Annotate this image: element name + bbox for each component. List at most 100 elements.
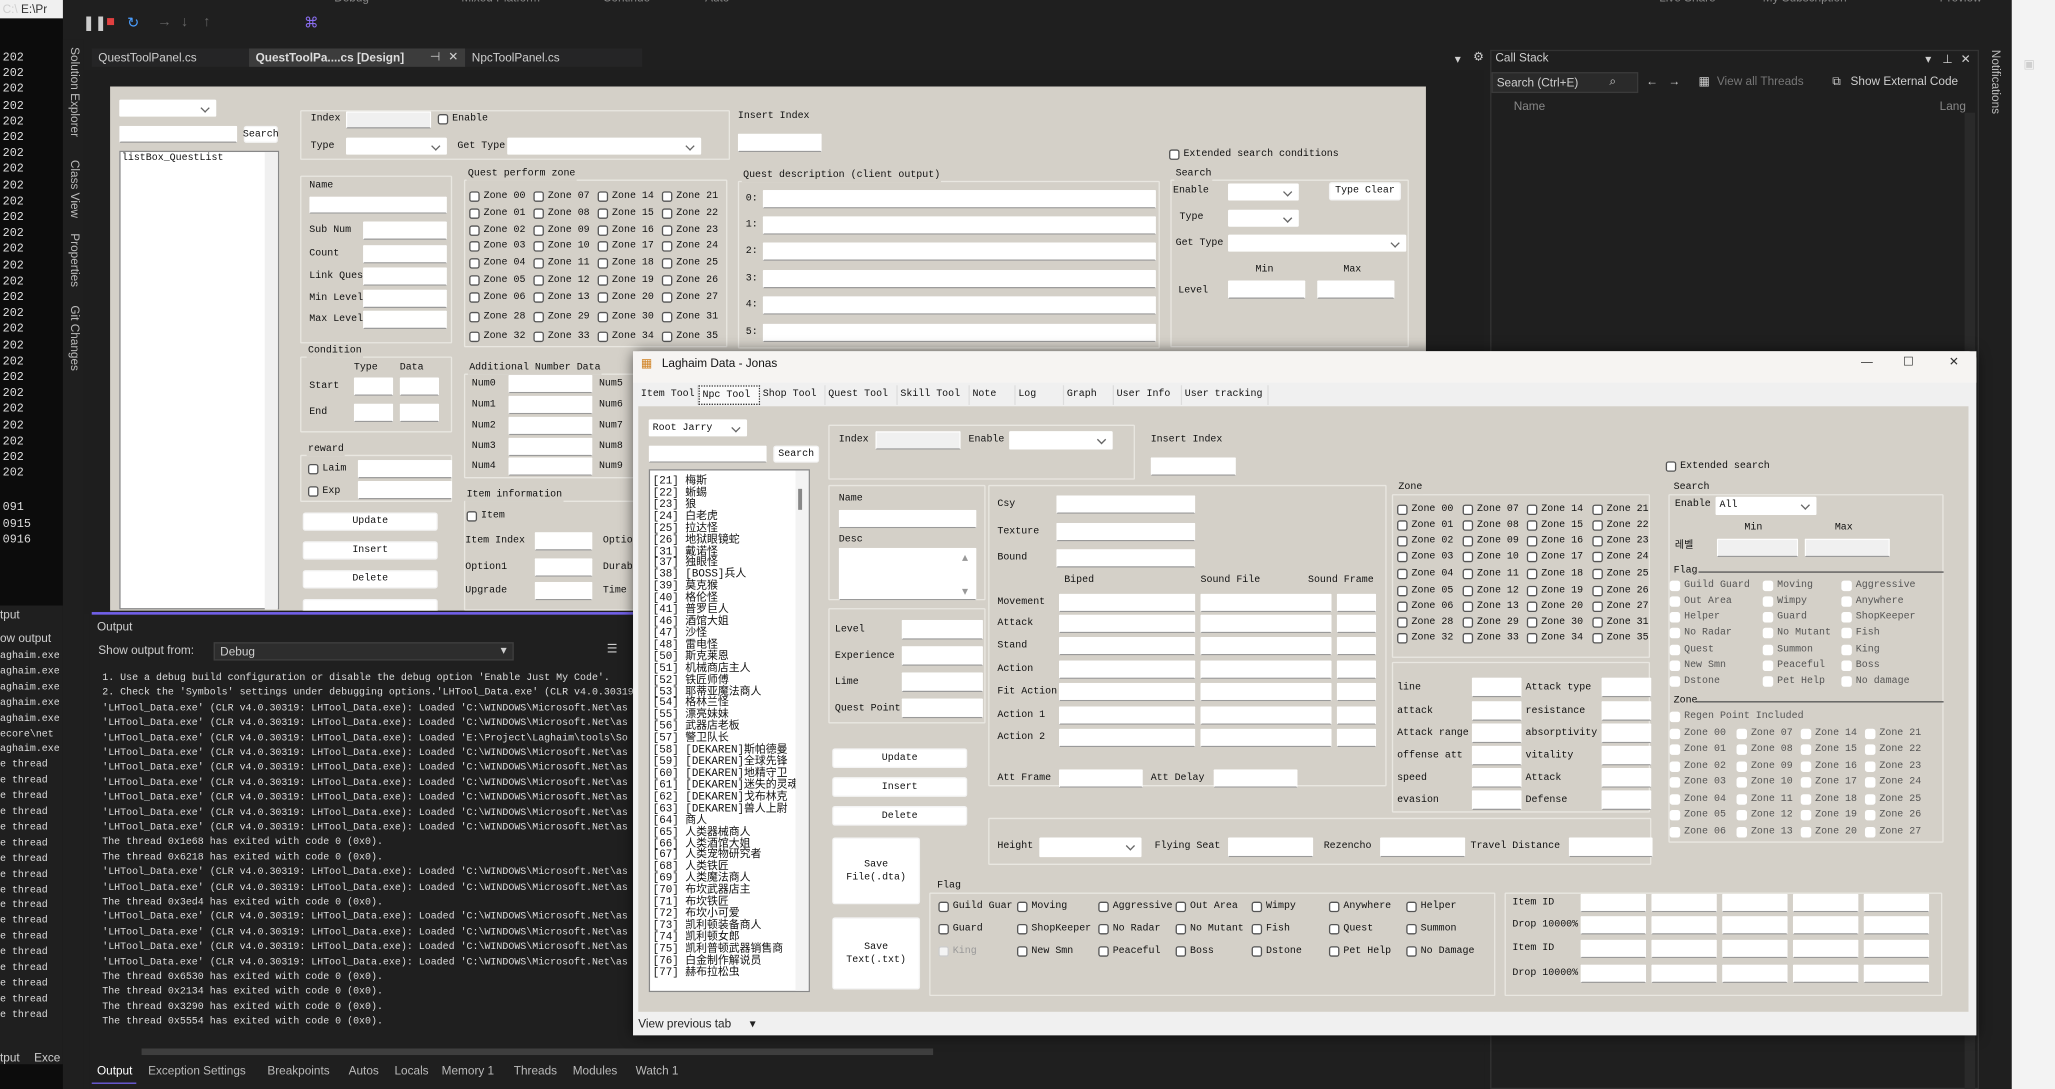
- search-level-max-input[interactable]: [1804, 538, 1890, 558]
- combat-input[interactable]: [1601, 723, 1652, 744]
- bottom-tab[interactable]: Memory 1: [442, 1064, 494, 1077]
- search-zone-checkbox[interactable]: [1864, 728, 1876, 740]
- npc-zone-checkbox[interactable]: [1462, 536, 1474, 547]
- drop-rate-input[interactable]: [1722, 916, 1788, 935]
- npc-extended-search-checkbox[interactable]: [1665, 461, 1677, 472]
- npc-list-item[interactable]: [58] [DEKAREN]斯帕德曼: [653, 745, 788, 757]
- npc-zone-checkbox[interactable]: [1462, 520, 1474, 531]
- bottom-tab[interactable]: Exception Settings: [148, 1064, 246, 1077]
- flag-no-damage-checkbox[interactable]: [1406, 946, 1417, 957]
- quest-search-button[interactable]: Search: [243, 125, 279, 143]
- flag-shopkeeper-checkbox[interactable]: [1017, 923, 1028, 935]
- end-type-input[interactable]: [353, 403, 394, 423]
- quest-desc-input[interactable]: [762, 216, 1156, 235]
- npc-zone-checkbox[interactable]: [1592, 536, 1603, 547]
- step-into-icon[interactable]: ↓: [181, 14, 188, 30]
- npc-zone-checkbox[interactable]: [1397, 617, 1408, 628]
- npc-list-item[interactable]: [60] [DEKAREN]地精守卫: [653, 768, 788, 780]
- search-zone-checkbox[interactable]: [1669, 728, 1681, 740]
- maximize-button[interactable]: ☐: [1903, 355, 1914, 369]
- flag-new-smn-checkbox[interactable]: [1017, 946, 1028, 957]
- quest-zone-checkbox[interactable]: [661, 241, 673, 252]
- search-flag-checkbox[interactable]: [1841, 612, 1852, 623]
- npc-zone-checkbox[interactable]: [1462, 504, 1474, 516]
- tab-quest-tool[interactable]: Quest Tool: [825, 385, 898, 405]
- search-zone-checkbox[interactable]: [1669, 761, 1681, 772]
- npc-search-button[interactable]: Search: [773, 445, 820, 463]
- npc-list-item[interactable]: [50] 斯克莱恩: [653, 651, 729, 663]
- doc-tab[interactable]: QuestToolPa....cs [Design] ✕ ⊣: [249, 48, 466, 67]
- sound-frame-input[interactable]: [1336, 682, 1377, 702]
- view-all-threads-button[interactable]: View all Threads: [1717, 75, 1804, 88]
- reward-laim-checkbox[interactable]: [307, 463, 319, 475]
- npc-stat-input[interactable]: [901, 672, 983, 692]
- quest-desc-input[interactable]: [762, 242, 1156, 261]
- tab-note[interactable]: Note: [969, 385, 1016, 405]
- calculator-icon[interactable]: ▣: [2024, 58, 2035, 72]
- npc-list-item[interactable]: [72] 布坎小可爱: [653, 908, 740, 920]
- search-zone-checkbox[interactable]: [1669, 777, 1681, 788]
- npc-list-item[interactable]: [74] 凯利顿女郎: [653, 932, 740, 944]
- sound-file-input[interactable]: [1200, 614, 1332, 634]
- search-zone-checkbox[interactable]: [1736, 761, 1748, 772]
- search-zone-checkbox[interactable]: [1864, 744, 1876, 755]
- npc-index-input[interactable]: [875, 431, 961, 450]
- quest-zone-checkbox[interactable]: [661, 275, 673, 286]
- search-zone-checkbox[interactable]: [1669, 744, 1681, 755]
- hot-reload-icon[interactable]: ⌘: [304, 14, 318, 32]
- quest-zone-checkbox[interactable]: [597, 191, 609, 202]
- npc-zone-checkbox[interactable]: [1526, 601, 1538, 613]
- flag-peaceful-checkbox[interactable]: [1098, 946, 1109, 957]
- combat-input[interactable]: [1601, 677, 1652, 698]
- bg-tab-output[interactable]: tput: [0, 1051, 20, 1064]
- search-zone-checkbox[interactable]: [1800, 728, 1812, 740]
- live-share-button[interactable]: Live Share: [1659, 0, 1715, 4]
- reward-laim-input[interactable]: [357, 460, 453, 479]
- pin-icon[interactable]: ⊣: [430, 50, 440, 64]
- item-id-input[interactable]: [1722, 893, 1788, 913]
- item-id-input[interactable]: [1580, 893, 1647, 913]
- quest-zone-checkbox[interactable]: [533, 292, 544, 303]
- search-flag-checkbox[interactable]: [1669, 644, 1681, 656]
- biped-input[interactable]: [1058, 660, 1196, 679]
- search-flag-checkbox[interactable]: [1841, 644, 1852, 656]
- quest-search-type-select[interactable]: [1228, 209, 1299, 227]
- quest-search-input[interactable]: [119, 125, 238, 143]
- biped-input[interactable]: [1058, 682, 1196, 702]
- tab-list-icon[interactable]: ▾: [1455, 52, 1461, 66]
- search-zone-checkbox[interactable]: [1669, 826, 1681, 838]
- npc-zone-checkbox[interactable]: [1592, 551, 1603, 563]
- npc-list-item[interactable]: [25] 拉达怪: [653, 522, 718, 534]
- npc-zone-checkbox[interactable]: [1526, 520, 1538, 531]
- sound-frame-input[interactable]: [1336, 614, 1377, 634]
- step-over-icon[interactable]: →: [157, 14, 171, 30]
- flag-moving-checkbox[interactable]: [1017, 901, 1028, 913]
- quest-zone-checkbox[interactable]: [469, 191, 480, 202]
- quest-update-button[interactable]: Update: [302, 512, 438, 531]
- npc-list-item[interactable]: [63] [DEKAREN]兽人上尉: [653, 803, 788, 815]
- notifications-tab[interactable]: Notifications: [1989, 50, 2002, 114]
- quest-delete-button[interactable]: Delete: [302, 570, 438, 589]
- call-stack-search-input[interactable]: Search (Ctrl+E): [1491, 72, 1639, 94]
- npc-list-item[interactable]: [69] 人类魔法商人: [653, 873, 751, 885]
- sound-file-input[interactable]: [1200, 728, 1332, 748]
- item-id-input[interactable]: [1651, 893, 1717, 913]
- bg-tab-exception[interactable]: Exce: [34, 1051, 60, 1064]
- tab-solution-explorer[interactable]: Solution Explorer: [68, 47, 81, 137]
- item-id-input[interactable]: [1580, 939, 1647, 959]
- sound-frame-input[interactable]: [1336, 706, 1377, 725]
- flag-out-area-checkbox[interactable]: [1175, 901, 1187, 913]
- doc-tab[interactable]: QuestToolPanel.cs: [91, 48, 250, 67]
- npc-delete-button[interactable]: Delete: [832, 806, 968, 826]
- scroll-down-icon[interactable]: ▾: [962, 585, 968, 599]
- npc-list-item[interactable]: [38] [BOSS]兵人: [653, 569, 747, 581]
- quest-zone-checkbox[interactable]: [661, 191, 673, 202]
- num-input[interactable]: [508, 457, 593, 476]
- search-enable-select[interactable]: All: [1715, 496, 1817, 516]
- npc-listbox[interactable]: [21] 梅斯 [22] 蜥蜴 [23] 狼 [24] 白老虎 [25] 拉达怪 [26]…: [648, 469, 810, 993]
- npc-stat-input[interactable]: [901, 619, 983, 640]
- npc-list-item[interactable]: [53] 耶蒂亚魔法商人: [653, 686, 762, 698]
- npc-list-item[interactable]: [55] 漂亮妹妹: [653, 710, 729, 722]
- bottom-tab[interactable]: Watch 1: [636, 1064, 679, 1077]
- drop-rate-input[interactable]: [1722, 964, 1788, 983]
